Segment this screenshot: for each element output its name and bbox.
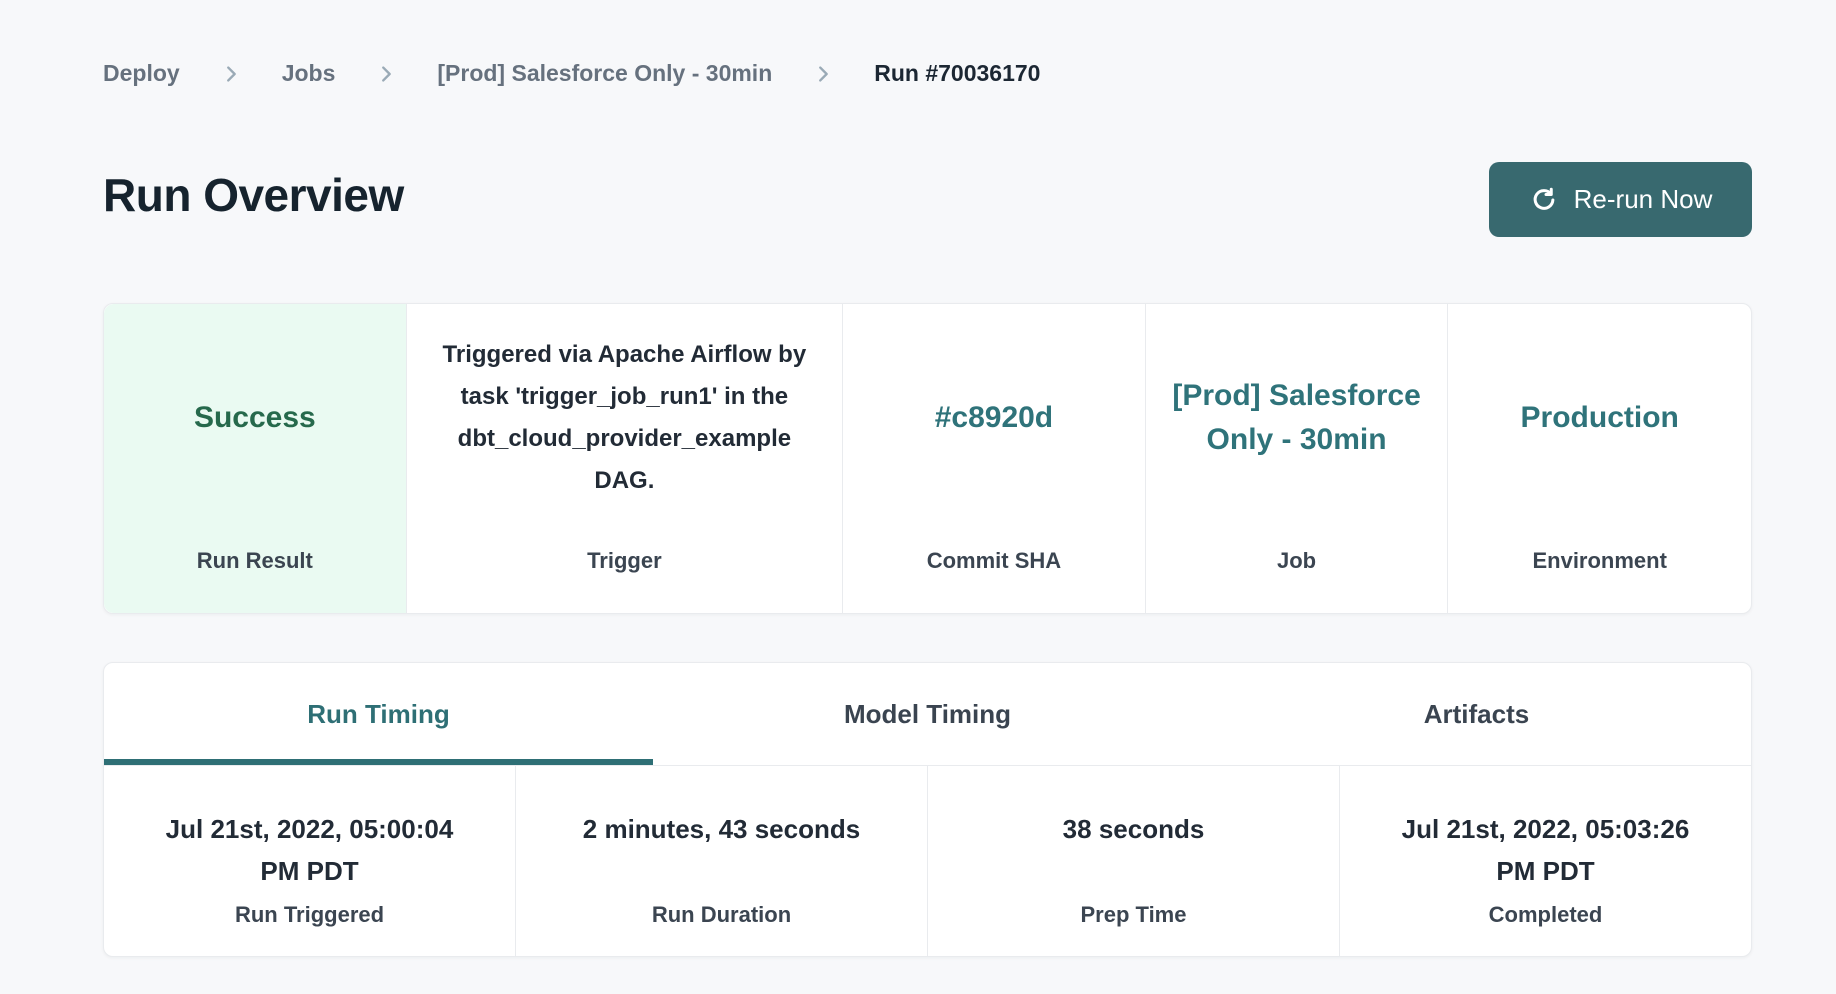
prep-time-value: 38 seconds: [968, 808, 1299, 892]
tab-run-timing[interactable]: Run Timing: [104, 663, 653, 765]
prep-time-label: Prep Time: [968, 902, 1299, 928]
run-duration-label: Run Duration: [556, 902, 887, 928]
run-result-value: Success: [194, 396, 316, 440]
breadcrumb-item-jobs[interactable]: Jobs: [282, 60, 336, 87]
commit-sha-label: Commit SHA: [843, 548, 1145, 574]
breadcrumb-item-job-name[interactable]: [Prod] Salesforce Only - 30min: [437, 60, 772, 87]
summary-card-job: [Prod] Salesforce Only - 30min Job: [1146, 304, 1449, 613]
commit-sha-link[interactable]: #c8920d: [935, 396, 1053, 440]
timing-card-run-duration: 2 minutes, 43 seconds Run Duration: [516, 766, 928, 957]
run-triggered-value: Jul 21st, 2022, 05:00:04 PM PDT: [144, 808, 475, 892]
summary-card-environment: Production Environment: [1448, 304, 1751, 613]
run-detail-panel: Run Timing Model Timing Artifacts Jul 21…: [103, 662, 1752, 957]
job-label: Job: [1146, 548, 1448, 574]
tab-bar: Run Timing Model Timing Artifacts: [104, 663, 1751, 766]
rerun-now-button[interactable]: Re-run Now: [1489, 162, 1752, 237]
summary-card-run-result: Success Run Result: [104, 304, 407, 613]
environment-label: Environment: [1448, 548, 1751, 574]
tab-artifacts[interactable]: Artifacts: [1202, 663, 1751, 765]
environment-link[interactable]: Production: [1521, 396, 1679, 440]
chevron-right-icon: [375, 63, 397, 85]
run-result-label: Run Result: [104, 548, 406, 574]
timing-card-run-triggered: Jul 21st, 2022, 05:00:04 PM PDT Run Trig…: [104, 766, 516, 957]
page-title: Run Overview: [103, 168, 404, 222]
tab-model-timing[interactable]: Model Timing: [653, 663, 1202, 765]
job-link[interactable]: [Prod] Salesforce Only - 30min: [1166, 374, 1428, 462]
trigger-label: Trigger: [407, 548, 842, 574]
chevron-right-icon: [220, 63, 242, 85]
breadcrumb: Deploy Jobs [Prod] Salesforce Only - 30m…: [103, 60, 1040, 87]
summary-card-commit-sha: #c8920d Commit SHA: [843, 304, 1146, 613]
trigger-value: Triggered via Apache Airflow by task 'tr…: [407, 334, 842, 502]
refresh-icon: [1529, 185, 1559, 215]
completed-label: Completed: [1380, 902, 1711, 928]
timing-card-prep-time: 38 seconds Prep Time: [928, 766, 1340, 957]
run-triggered-label: Run Triggered: [144, 902, 475, 928]
run-duration-value: 2 minutes, 43 seconds: [556, 808, 887, 892]
timing-card-completed: Jul 21st, 2022, 05:03:26 PM PDT Complete…: [1340, 766, 1751, 957]
completed-value: Jul 21st, 2022, 05:03:26 PM PDT: [1380, 808, 1711, 892]
breadcrumb-item-run-number: Run #70036170: [874, 60, 1040, 87]
chevron-right-icon: [812, 63, 834, 85]
summary-card-trigger: Triggered via Apache Airflow by task 'tr…: [407, 304, 843, 613]
rerun-now-label: Re-run Now: [1574, 184, 1713, 215]
breadcrumb-item-deploy[interactable]: Deploy: [103, 60, 180, 87]
run-summary-panel: Success Run Result Triggered via Apache …: [103, 303, 1752, 614]
run-timing-content: Jul 21st, 2022, 05:00:04 PM PDT Run Trig…: [104, 766, 1751, 957]
